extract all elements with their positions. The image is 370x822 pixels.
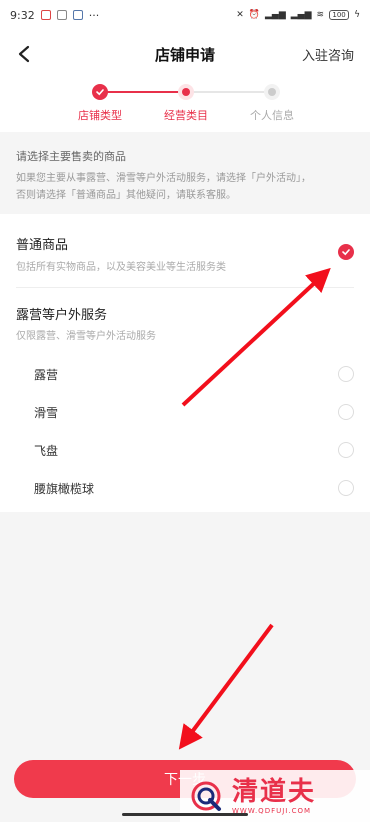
- option-frisbee[interactable]: 飞盘: [0, 438, 370, 462]
- option-title: 普通商品: [16, 238, 69, 253]
- step-label: 店铺类型: [78, 109, 122, 122]
- back-button[interactable]: [10, 40, 38, 68]
- wifi-icon: ≋: [316, 10, 325, 20]
- step-connector: [186, 91, 272, 93]
- mute-icon: ✕: [236, 10, 244, 20]
- option-label: 滑雪: [34, 406, 59, 420]
- hint-title: 请选择主要售卖的商品: [16, 150, 126, 163]
- option-label: 飞盘: [34, 444, 59, 458]
- home-indicator[interactable]: [122, 813, 248, 816]
- option-desc: 包括所有实物商品，以及美容美业等生活服务类: [16, 262, 226, 273]
- watermark-text: 清道夫: [232, 777, 317, 807]
- step-todo-icon: [264, 84, 280, 100]
- nav-bar: 店铺申请 入驻咨询: [0, 30, 370, 78]
- option-general[interactable]: 普通商品 包括所有实物商品，以及美容美业等生活服务类: [0, 214, 370, 286]
- alarm-icon: ⏰: [248, 10, 260, 20]
- chevron-left-icon: [18, 45, 30, 63]
- step-label: 个人信息: [250, 109, 294, 122]
- category-options: 普通商品 包括所有实物商品，以及美容美业等生活服务类 露营等户外服务 仅限露营、…: [0, 214, 370, 512]
- progress-stepper: 店铺类型 经营类目 个人信息: [0, 78, 370, 132]
- notification-icon: [72, 10, 83, 20]
- charging-icon: ϟ: [354, 10, 360, 20]
- notification-icon: [56, 10, 67, 20]
- signal-icon: ▂▄▆: [290, 10, 312, 20]
- option-title: 露营等户外服务: [16, 308, 108, 323]
- status-time: 9:32: [10, 8, 35, 22]
- step-label: 经营类目: [164, 109, 208, 122]
- option-label: 腰旗橄榄球: [34, 482, 95, 496]
- option-skiing[interactable]: 滑雪: [0, 400, 370, 424]
- step-done-icon: [92, 84, 108, 100]
- arrow-icon: [178, 623, 274, 750]
- option-desc: 仅限露营、滑雪等户外活动服务: [16, 331, 156, 342]
- divider: [16, 287, 354, 288]
- radio-icon[interactable]: [338, 480, 354, 496]
- signal-icon: ▂▄▆: [264, 10, 286, 20]
- check-circle-icon[interactable]: [338, 244, 354, 260]
- option-flag-football[interactable]: 腰旗橄榄球: [0, 476, 370, 500]
- step-active-icon: [178, 84, 194, 100]
- step-connector: [100, 91, 186, 93]
- option-camping[interactable]: 露营: [0, 362, 370, 386]
- more-notifications-icon: ···: [88, 8, 100, 22]
- status-bar: 9:32 ··· ✕ ⏰ ▂▄▆ ▂▄▆ ≋ 100 ϟ: [0, 0, 370, 30]
- consult-button[interactable]: 入驻咨询: [302, 45, 354, 64]
- radio-icon[interactable]: [338, 442, 354, 458]
- radio-icon[interactable]: [338, 366, 354, 382]
- watermark-emblem-icon: [186, 776, 226, 816]
- hint-section: 请选择主要售卖的商品 如果您主要从事露营、滑雪等户外活动服务，请选择「户外活动」…: [0, 140, 370, 210]
- hint-text: 如果您主要从事露营、滑雪等户外活动服务，请选择「户外活动」，: [16, 173, 311, 184]
- battery-icon: 100: [329, 10, 350, 20]
- radio-icon[interactable]: [338, 404, 354, 420]
- hint-text: 否则请选择「普通商品」其他疑问，请联系客服。: [16, 190, 236, 201]
- option-label: 露营: [34, 368, 59, 382]
- notification-icon: [40, 10, 51, 20]
